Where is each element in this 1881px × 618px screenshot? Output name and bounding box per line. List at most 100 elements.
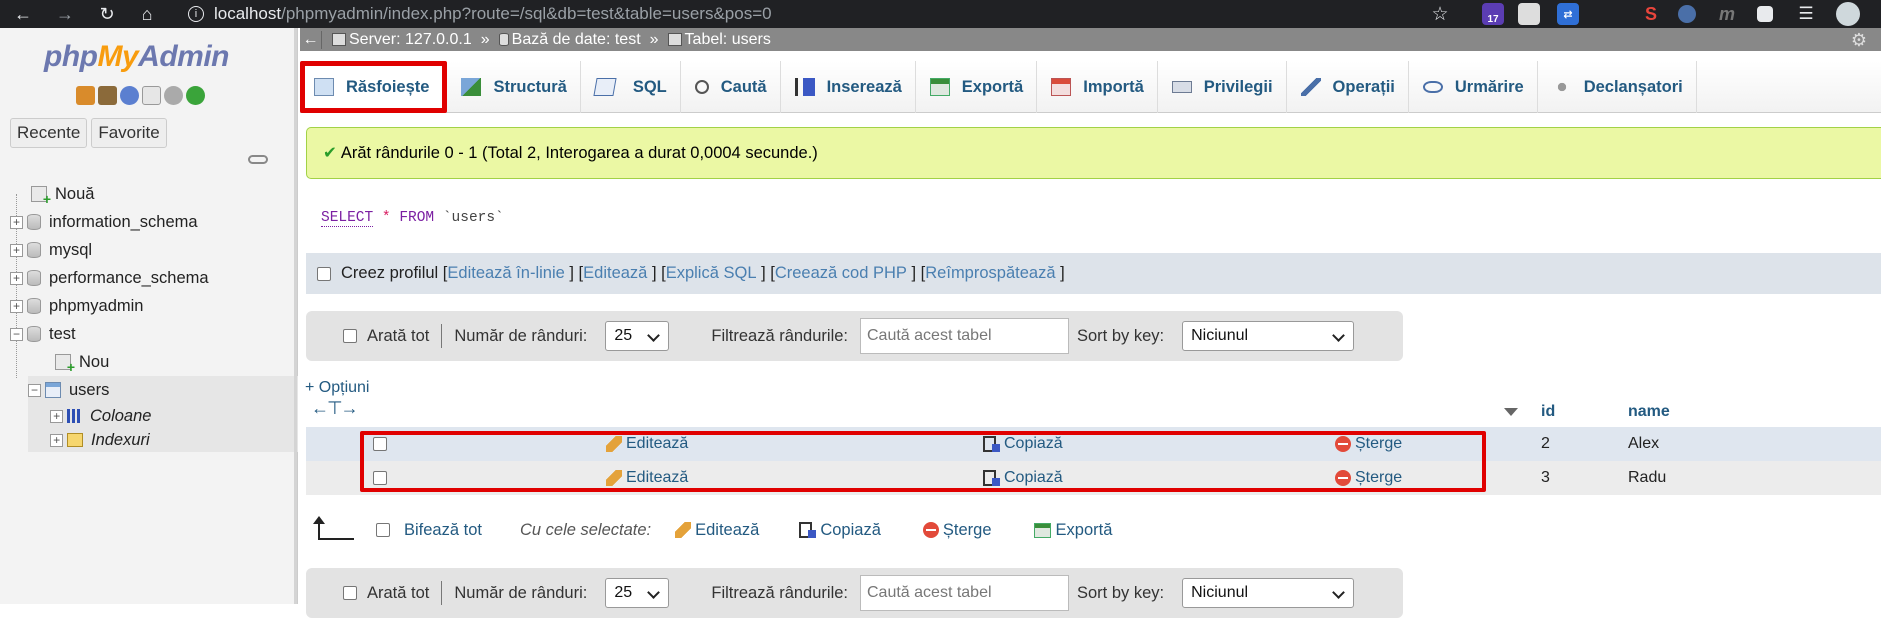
bulk-edit-button[interactable]: Editează xyxy=(675,521,759,540)
rows-count-select[interactable]: 25 xyxy=(605,321,670,351)
tree-item-indexes[interactable]: + Indexuri xyxy=(28,428,298,452)
check-all-label[interactable]: Bifează tot xyxy=(404,521,482,540)
breadcrumb-table[interactable]: Tabel: users xyxy=(667,31,771,49)
new-table-icon xyxy=(55,354,75,375)
pencil-icon xyxy=(675,522,692,538)
tab-search[interactable]: Caută xyxy=(681,61,781,113)
favorites-button[interactable]: Favorite xyxy=(91,118,167,148)
breadcrumb-database[interactable]: Bază de date: test xyxy=(498,31,641,49)
filter-rows-input[interactable]: Caută acest tabel xyxy=(860,318,1069,354)
insert-icon xyxy=(794,78,815,96)
check-all-checkbox[interactable] xyxy=(376,523,390,537)
tab-import[interactable]: Importă xyxy=(1037,61,1158,113)
tree-item-test-new[interactable]: Nou xyxy=(10,348,290,376)
tree-item-columns[interactable]: + Coloane xyxy=(28,404,298,428)
back-icon[interactable]: ← xyxy=(12,3,34,25)
create-php-code-link[interactable]: Creează cod PHP xyxy=(775,264,907,283)
docs-icon[interactable] xyxy=(142,86,161,105)
tree-item-mysql[interactable]: + mysql xyxy=(10,236,290,264)
reading-list-icon[interactable]: ☰ xyxy=(1795,3,1817,25)
expand-icon[interactable]: + xyxy=(10,215,23,229)
sort-by-key-select[interactable]: Niciunul xyxy=(1182,321,1355,351)
collapse-icon[interactable]: − xyxy=(10,327,23,341)
tab-structure[interactable]: Structură xyxy=(447,61,581,113)
filter-rows-placeholder: Caută acest tabel xyxy=(867,584,992,601)
expand-icon[interactable]: + xyxy=(50,433,63,447)
settings-gear-icon[interactable]: ⚙ xyxy=(1851,30,1867,51)
extension-cursor-icon[interactable] xyxy=(1678,5,1696,23)
logout-icon[interactable] xyxy=(98,86,117,105)
expand-icon[interactable]: + xyxy=(10,243,23,257)
cell-name[interactable]: Alex xyxy=(1628,435,1659,453)
address-bar[interactable]: localhost/phpmyadmin/index.php?route=/sq… xyxy=(214,4,772,24)
tree-item-test[interactable]: − test xyxy=(10,320,290,348)
cell-name[interactable]: Radu xyxy=(1628,469,1666,487)
show-all-checkbox[interactable] xyxy=(343,586,357,600)
extension-m-icon[interactable]: m xyxy=(1716,3,1738,25)
tab-tracking[interactable]: Urmărire xyxy=(1409,61,1538,113)
refresh-link[interactable]: Reîmprospătează xyxy=(925,264,1055,283)
tab-export[interactable]: Exportă xyxy=(916,61,1038,113)
expand-icon[interactable]: + xyxy=(50,409,63,423)
cell-id[interactable]: 2 xyxy=(1541,435,1550,453)
collapse-nav-icon[interactable]: ← xyxy=(300,30,322,49)
logo-admin: Admin xyxy=(138,40,229,73)
tree-item-information-schema[interactable]: + information_schema xyxy=(10,208,290,236)
extension-translate-icon[interactable]: ⇄ xyxy=(1557,3,1579,25)
tab-triggers[interactable]: Declanșatori xyxy=(1538,61,1697,113)
tree-item-performance-schema[interactable]: + performance_schema xyxy=(10,264,290,292)
tree-item-new[interactable]: Nouă xyxy=(10,180,290,208)
sort-by-key-value: Niciunul xyxy=(1191,327,1249,344)
site-info-icon[interactable]: i xyxy=(188,6,204,22)
tab-operations[interactable]: Operații xyxy=(1287,61,1409,113)
extension-badge-icon[interactable]: 17 xyxy=(1482,3,1504,25)
column-header-name[interactable]: name xyxy=(1628,403,1670,421)
home-icon[interactable] xyxy=(76,86,95,105)
expand-icon[interactable]: + xyxy=(10,299,23,313)
column-header-id[interactable]: id xyxy=(1541,403,1555,421)
tree-item-users[interactable]: − users xyxy=(28,376,298,404)
breadcrumb-server[interactable]: Server: 127.0.0.1 xyxy=(332,31,472,49)
reload-icon[interactable]: ↻ xyxy=(96,3,118,25)
panel-splitter[interactable] xyxy=(294,28,297,604)
bulk-copy-button[interactable]: Copiază xyxy=(799,521,881,540)
profile-avatar-icon[interactable] xyxy=(1836,2,1860,26)
results-header: ←⊤→ id name xyxy=(306,398,1881,422)
bookmark-star-icon[interactable]: ☆ xyxy=(1429,3,1451,25)
collapse-icon[interactable]: − xyxy=(28,383,41,397)
help-icon[interactable] xyxy=(120,86,139,105)
show-all-checkbox[interactable] xyxy=(343,329,357,343)
profiling-checkbox[interactable] xyxy=(317,266,331,281)
forward-icon[interactable]: → xyxy=(54,3,76,25)
tab-insert[interactable]: Inserează xyxy=(781,61,916,113)
tab-browse[interactable]: Răsfoiește xyxy=(300,61,448,113)
options-link[interactable]: + Opțiuni xyxy=(305,379,369,397)
column-arrows-icon[interactable]: ←⊤→ xyxy=(311,398,359,419)
tab-label: Răsfoiește xyxy=(346,77,430,96)
home-icon[interactable]: ⌂ xyxy=(136,3,158,25)
edit-link[interactable]: Editează xyxy=(583,264,647,283)
export-icon xyxy=(929,78,950,96)
extension-s-icon[interactable]: S xyxy=(1640,3,1662,25)
sort-triangle-icon[interactable] xyxy=(1504,408,1518,416)
tree-item-phpmyadmin[interactable]: + phpmyadmin xyxy=(10,292,290,320)
explain-sql-link[interactable]: Explică SQL xyxy=(666,264,757,283)
cell-id[interactable]: 3 xyxy=(1541,469,1550,487)
phpmyadmin-logo[interactable]: phpMyAdmin xyxy=(44,40,229,74)
extensions-puzzle-icon[interactable] xyxy=(1757,6,1773,22)
sql-query[interactable]: SELECT * FROM `users` xyxy=(321,210,504,227)
sql-icon xyxy=(593,78,617,96)
tab-sql[interactable]: SQL xyxy=(581,61,681,113)
tab-privileges[interactable]: Privilegii xyxy=(1158,61,1287,113)
recent-button[interactable]: Recente xyxy=(10,118,88,148)
reload-nav-icon[interactable] xyxy=(186,86,205,105)
extension-note-icon[interactable] xyxy=(1518,3,1540,25)
filter-rows-input[interactable]: Caută acest tabel xyxy=(860,575,1069,611)
bulk-delete-button[interactable]: Șterge xyxy=(922,521,992,540)
browse-icon xyxy=(314,78,334,96)
edit-inline-link[interactable]: Editează în-linie xyxy=(447,264,564,283)
settings-gear-icon[interactable] xyxy=(164,86,183,105)
bulk-export-button[interactable]: Exportă xyxy=(1033,521,1112,540)
expand-icon[interactable]: + xyxy=(10,271,23,285)
link-with-main-icon[interactable] xyxy=(248,155,268,164)
